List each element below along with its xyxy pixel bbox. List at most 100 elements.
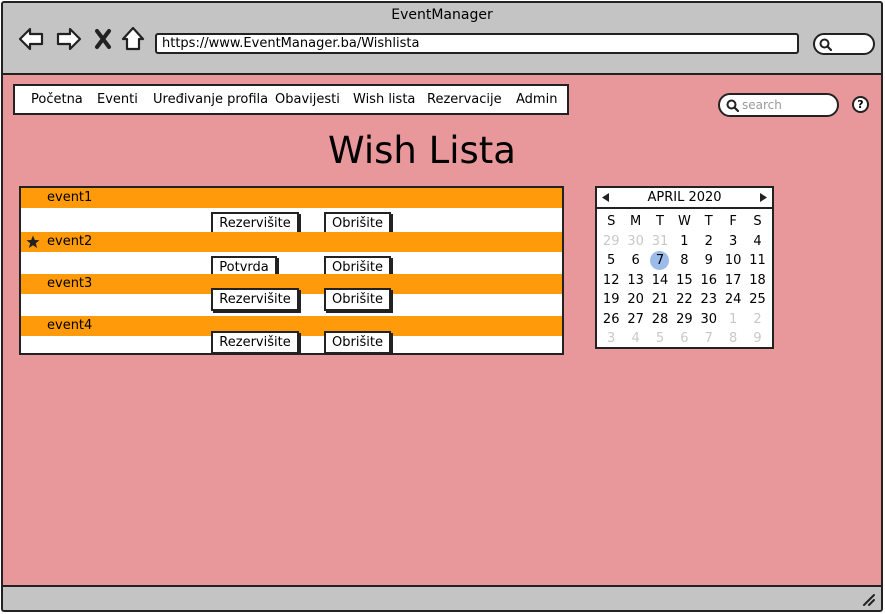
nav-item-wish-lista[interactable]: Wish lista — [353, 92, 415, 107]
calendar-day-outside[interactable]: 2 — [745, 310, 769, 330]
calendar-day[interactable]: 12 — [599, 271, 623, 291]
calendar-day[interactable]: 18 — [745, 271, 769, 291]
calendar-day[interactable]: 19 — [599, 290, 623, 310]
back-arrow-icon[interactable] — [18, 25, 44, 53]
calendar-day[interactable]: 28 — [648, 310, 672, 330]
calendar-day-label: 17 — [724, 272, 742, 288]
calendar-day[interactable]: 9 — [697, 251, 721, 271]
calendar-day-outside[interactable]: 29 — [599, 232, 623, 252]
search-input[interactable] — [742, 97, 832, 113]
browser-chrome: EventManager https://www.EventManager.ba… — [3, 3, 881, 75]
nav-item-rezervacije[interactable]: Rezervacije — [427, 92, 502, 107]
event-name[interactable]: event2 — [47, 234, 92, 249]
calendar-day-label: 16 — [700, 272, 718, 288]
nav-item-obavijesti[interactable]: Obavijesti — [275, 92, 340, 107]
calendar-day[interactable]: 10 — [721, 251, 745, 271]
calendar-day-outside[interactable]: 5 — [648, 329, 672, 349]
calendar-day-outside[interactable]: 6 — [672, 329, 696, 349]
calendar-day-label: 9 — [753, 331, 762, 346]
reserve-button[interactable]: Rezervišite — [211, 288, 299, 311]
calendar-day-outside[interactable]: 30 — [623, 232, 647, 252]
event-name[interactable]: event4 — [47, 318, 92, 333]
calendar-day-label: 23 — [700, 292, 718, 307]
calendar-day-label: 3 — [607, 331, 616, 346]
calendar-day-label: 13 — [627, 272, 644, 288]
calendar-week-row: 12 13 14 15 16 17 18 — [599, 271, 770, 291]
calendar-day[interactable]: 1 — [672, 232, 696, 252]
calendar-day[interactable]: 3 — [721, 232, 745, 252]
calendar-day[interactable]: 7 — [648, 251, 672, 271]
calendar-day[interactable]: 13 — [623, 271, 647, 291]
calendar-weekday: S — [607, 214, 616, 229]
calendar-day[interactable]: 2 — [697, 232, 721, 252]
calendar-day[interactable]: 8 — [672, 251, 696, 271]
calendar-day[interactable]: 30 — [697, 310, 721, 330]
nav-item-eventi[interactable]: Eventi — [97, 92, 138, 107]
list-item — [21, 232, 562, 252]
calendar-day[interactable]: 11 — [745, 251, 769, 271]
calendar-day-label: 15 — [676, 272, 693, 288]
calendar-day[interactable]: 23 — [697, 290, 721, 310]
nav-item-uredivanje-profila[interactable]: Uređivanje profila — [153, 92, 268, 107]
calendar-day[interactable]: 29 — [672, 310, 696, 330]
calendar-day-outside[interactable]: 1 — [721, 310, 745, 330]
star-icon[interactable] — [26, 235, 40, 249]
calendar-day[interactable]: 25 — [745, 290, 769, 310]
nav-item-pocetna[interactable]: Početna — [31, 92, 83, 107]
home-icon[interactable] — [120, 25, 146, 53]
calendar-day-outside[interactable]: 3 — [599, 329, 623, 349]
calendar-day[interactable]: 27 — [623, 310, 647, 330]
calendar-day-label: 12 — [602, 272, 620, 288]
calendar-day-label: 27 — [627, 311, 644, 327]
calendar-day-label: 11 — [749, 253, 766, 268]
calendar-day-label: 4 — [753, 233, 762, 249]
calendar-day-outside[interactable]: 9 — [745, 329, 769, 349]
calendar-day[interactable]: 6 — [623, 251, 647, 271]
calendar-week-row: 34567 89 — [599, 329, 770, 349]
calendar-day-label: 6 — [680, 331, 689, 346]
calendar-day[interactable]: 16 — [697, 271, 721, 291]
calendar-day[interactable]: 15 — [672, 271, 696, 291]
event-name[interactable]: event3 — [47, 276, 92, 291]
calendar-day[interactable]: 17 — [721, 271, 745, 291]
calendar-day-outside[interactable]: 4 — [623, 329, 647, 349]
calendar-day-outside[interactable]: 31 — [648, 232, 672, 252]
browser-search-field[interactable] — [813, 33, 875, 55]
forward-arrow-icon[interactable] — [56, 25, 82, 53]
search-field[interactable] — [718, 93, 839, 117]
resize-grip-icon[interactable] — [861, 592, 875, 606]
delete-button[interactable]: Obrišite — [324, 288, 391, 311]
calendar-day[interactable]: 4 — [745, 232, 769, 252]
calendar-day-label: 7 — [650, 251, 670, 270]
calendar-day[interactable]: 14 — [648, 271, 672, 291]
calendar-day-outside[interactable]: 8 — [721, 329, 745, 349]
status-bar — [3, 585, 881, 610]
calendar-day-label: 5 — [655, 331, 665, 346]
reserve-button[interactable]: Rezervišite — [211, 331, 299, 353]
calendar-day-label: 30 — [627, 233, 644, 249]
calendar-day-outside[interactable]: 7 — [697, 329, 721, 349]
calendar-day[interactable]: 22 — [672, 290, 696, 310]
help-icon[interactable]: ? — [852, 96, 869, 113]
calendar-week-row: 19 20 21 22 23 24 25 — [599, 290, 770, 310]
calendar-day-label: 22 — [676, 292, 693, 307]
stop-x-icon[interactable] — [93, 25, 113, 53]
calendar-day[interactable]: 24 — [721, 290, 745, 310]
calendar-day[interactable]: 20 — [623, 290, 647, 310]
calendar-day-label: 21 — [651, 292, 669, 307]
calendar-day[interactable]: 26 — [599, 310, 623, 330]
address-bar[interactable]: https://www.EventManager.ba/Wishlista — [155, 33, 799, 54]
calendar-day[interactable]: 21 — [648, 290, 672, 310]
calendar-weekday: T — [704, 214, 713, 229]
calendar-day-label: 7 — [704, 331, 713, 346]
event-name[interactable]: event1 — [47, 190, 92, 205]
calendar-day-label: 29 — [602, 233, 620, 249]
page-title: Wish Lista — [328, 129, 516, 172]
calendar-day[interactable]: 5 — [599, 251, 623, 271]
delete-button[interactable]: Obrišite — [324, 331, 391, 353]
nav-item-admin[interactable]: Admin — [516, 92, 557, 107]
calendar-day-label: 4 — [631, 331, 640, 346]
next-month-icon[interactable] — [758, 192, 769, 203]
calendar-day-label: 2 — [704, 233, 713, 249]
magnifier-icon — [819, 38, 832, 51]
